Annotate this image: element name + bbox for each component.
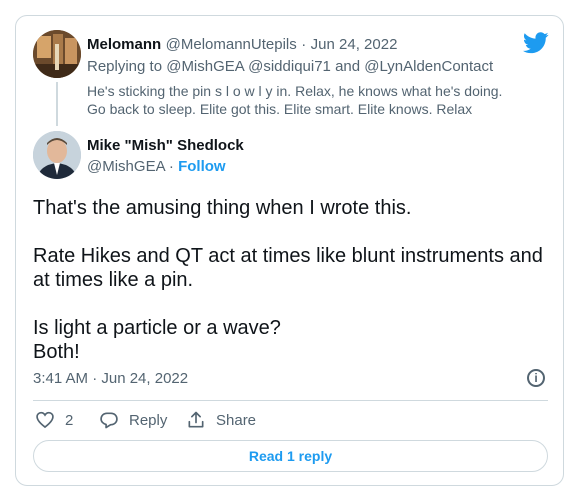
share-button[interactable]: Share (186, 408, 256, 432)
reply-separator: · (301, 36, 307, 53)
tweet-timestamp[interactable]: 3:41 AM · Jun 24, 2022 (33, 370, 188, 387)
replying-to[interactable]: Replying to @MishGEA @siddiqui71 and @Ly… (87, 58, 493, 75)
main-display-name[interactable]: Mike "Mish" Shedlock (87, 137, 244, 154)
reply-display-name[interactable]: Melomann (87, 36, 161, 53)
twitter-bird-icon[interactable] (523, 32, 549, 54)
like-count: 2 (65, 411, 74, 429)
main-handle-row: @MishGEA · Follow (87, 158, 226, 175)
main-handle[interactable]: @MishGEA (87, 158, 165, 175)
share-label: Share (216, 411, 257, 429)
reply-bubble-icon (100, 412, 118, 429)
share-icon (188, 411, 204, 428)
follow-separator: · (168, 158, 174, 175)
reply-date[interactable]: Jun 24, 2022 (311, 36, 398, 53)
avatar-mish[interactable] (33, 131, 81, 179)
info-icon[interactable]: i (527, 369, 545, 387)
tweet-paragraph-2: Rate Hikes and QT act at times like blun… (33, 245, 543, 291)
reply-text: He's sticking the pin s l o w l y in. Re… (87, 83, 503, 117)
reply-handle[interactable]: @MelomannUtepils (166, 36, 297, 53)
reply-button[interactable]: Reply (99, 408, 167, 432)
divider (33, 400, 548, 401)
like-button[interactable]: 2 (35, 408, 73, 432)
avatar-melomann[interactable] (33, 30, 81, 78)
read-replies-button[interactable]: Read 1 reply (33, 440, 548, 472)
heart-icon (36, 411, 54, 429)
follow-link[interactable]: Follow (178, 158, 226, 175)
tweet-paragraph-3: Is light a particle or a wave? Both! (33, 317, 281, 363)
reply-header: Melomann @MelomannUtepils · Jun 24, 2022 (87, 36, 397, 54)
tweet-paragraph-1: That's the amusing thing when I wrote th… (33, 197, 412, 219)
reply-label: Reply (129, 411, 168, 429)
tweet-embed-card: Melomann @MelomannUtepils · Jun 24, 2022… (15, 15, 564, 486)
thread-line (56, 82, 58, 126)
